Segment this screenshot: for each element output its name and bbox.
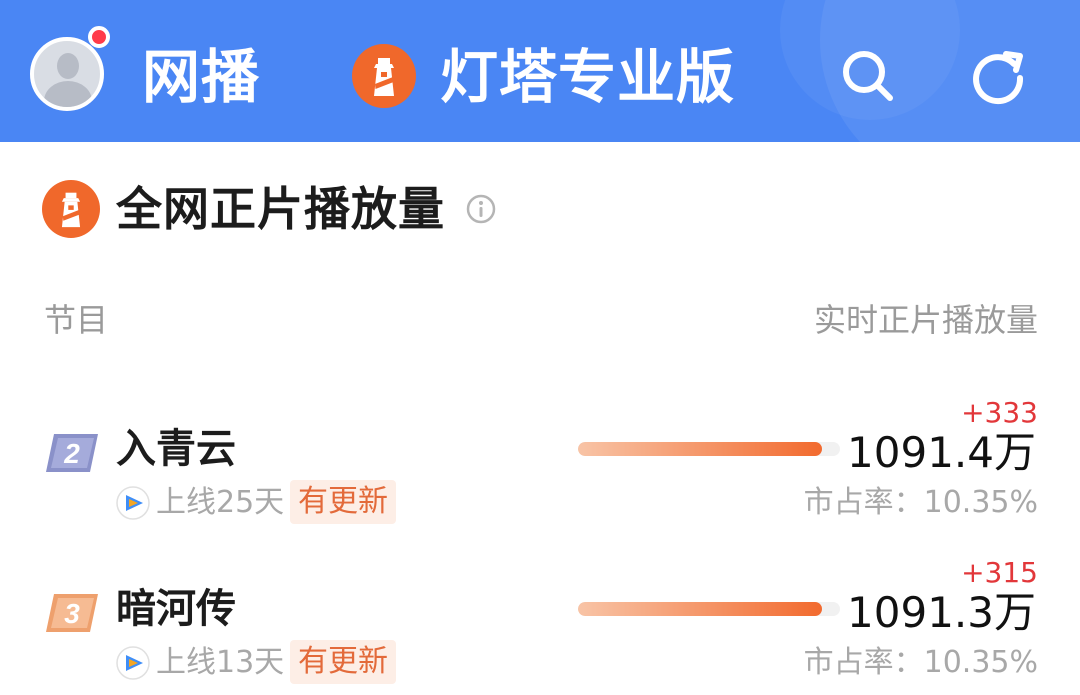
brand-title: 灯塔专业版 [440, 43, 736, 111]
online-days: 上线25天 [156, 485, 285, 520]
column-header-program: 节目 [44, 301, 109, 339]
rank-number: 2 [63, 438, 80, 469]
realtime-views: 1091.4万 [847, 428, 1036, 477]
section-title: 全网正片播放量 [116, 182, 445, 236]
market-share: 市占率：10.35% [803, 645, 1038, 680]
share-bar-fill [578, 442, 822, 456]
update-badge: 有更新 [290, 640, 396, 684]
program-name[interactable]: 入青云 [116, 424, 236, 474]
share-bar-track [578, 602, 840, 616]
rank-number: 3 [64, 598, 80, 629]
program-name[interactable]: 暗河传 [116, 584, 236, 634]
lighthouse-logo-icon [352, 44, 416, 108]
refresh-icon[interactable] [968, 46, 1028, 106]
app-name[interactable]: 网播 [142, 42, 260, 112]
list-item[interactable]: 2 入青云 上线25天 有更新 +333 1091.4万 市占率：10.35% [0, 396, 1080, 552]
app-header: 网播 灯塔专业版 [0, 0, 1080, 142]
avatar-body-shape [44, 81, 92, 107]
realtime-delta: +315 [961, 556, 1038, 589]
notification-dot [88, 26, 110, 48]
search-icon[interactable] [838, 46, 898, 106]
rank-badge: 2 [46, 434, 98, 472]
realtime-delta: +333 [961, 396, 1038, 429]
rank-badge: 3 [46, 594, 98, 632]
tencent-video-icon [116, 486, 150, 520]
info-icon[interactable] [466, 194, 496, 224]
market-share: 市占率：10.35% [803, 485, 1038, 520]
share-bar-track [578, 442, 840, 456]
online-days: 上线13天 [156, 645, 285, 680]
column-header-views: 实时正片播放量 [813, 301, 1038, 339]
user-avatar[interactable] [30, 37, 104, 111]
update-badge: 有更新 [290, 480, 396, 524]
avatar-head-shape [57, 53, 79, 79]
share-bar-fill [578, 602, 822, 616]
realtime-views: 1091.3万 [847, 588, 1036, 637]
tencent-video-icon [116, 646, 150, 680]
lighthouse-logo-icon [42, 180, 100, 238]
list-item[interactable]: 3 暗河传 上线13天 有更新 +315 1091.3万 市占率：10.35% [0, 556, 1080, 695]
